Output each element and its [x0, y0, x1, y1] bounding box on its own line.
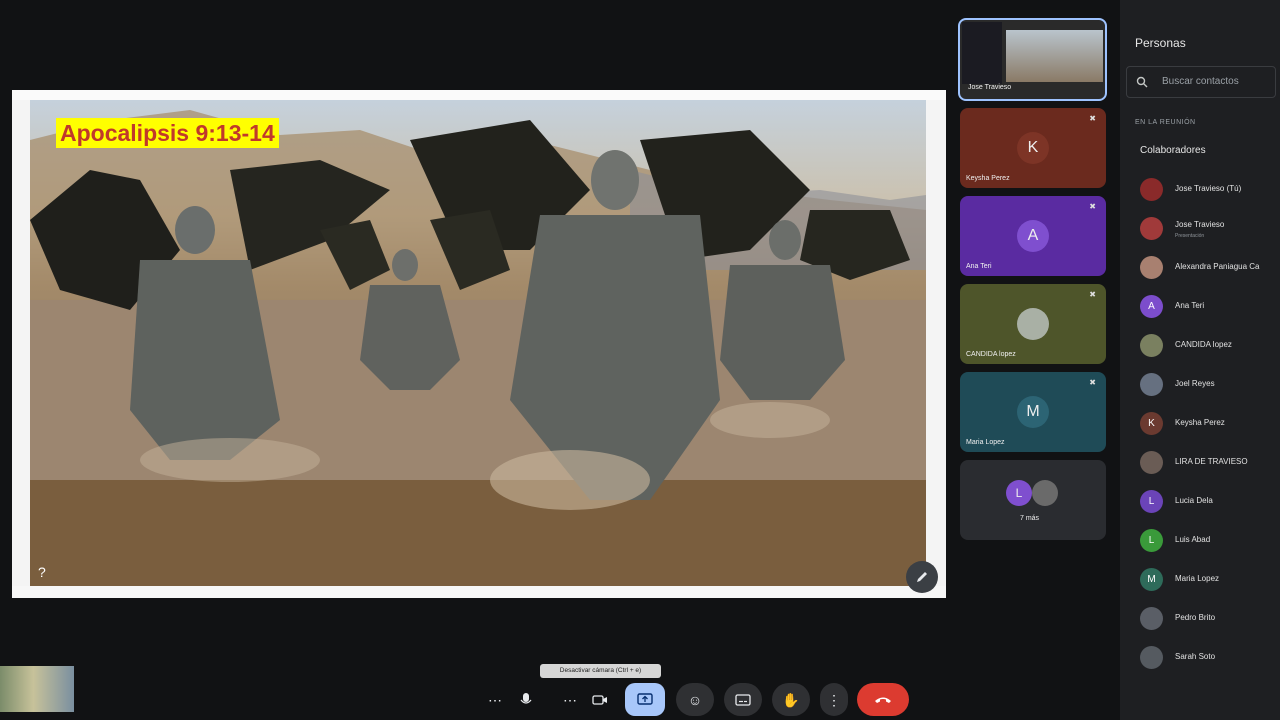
person-row[interactable]: Jose Travieso Presentación [1140, 215, 1280, 243]
participant-tile[interactable]: ✖ K Keysha Perez [960, 108, 1106, 188]
avatar: M [1140, 568, 1163, 591]
person-name: Keysha Perez [1175, 418, 1225, 427]
person-name: Alexandra Paniagua Ca [1175, 262, 1260, 271]
captions-button[interactable] [724, 683, 762, 716]
mic-off-icon: ✖ [1089, 290, 1096, 299]
presenter-thumb-sidebar [962, 22, 1002, 84]
microphone-icon [520, 692, 532, 704]
camera-button[interactable] [584, 683, 616, 716]
avatar: L [1006, 480, 1032, 506]
mic-off-icon: ✖ [1089, 114, 1096, 123]
person-row[interactable]: M Maria Lopez [1140, 566, 1280, 594]
more-vert-icon: ⋮ [827, 691, 841, 708]
mic-off-icon: ✖ [1089, 378, 1096, 387]
avatar [1140, 217, 1163, 240]
participant-name: Keysha Perez [966, 175, 1010, 182]
person-row[interactable]: CANDIDA lopez [1140, 332, 1280, 360]
person-name: LIRA DE TRAVIESO [1175, 457, 1248, 466]
avatar [1140, 256, 1163, 279]
person-name: Lucia Dela [1175, 496, 1213, 505]
camera-icon [592, 694, 607, 705]
slide-footer-bar [12, 586, 946, 598]
person-name: Maria Lopez [1175, 574, 1220, 583]
person-name: Joel Reyes [1175, 379, 1215, 388]
people-panel-title: Personas [1135, 36, 1186, 50]
group-label: Colaboradores [1140, 145, 1206, 156]
self-view-video [0, 666, 74, 712]
person-name: Pedro Brito [1175, 613, 1216, 622]
avatar: K [1017, 132, 1049, 164]
microphone-button[interactable] [510, 683, 542, 716]
person-row[interactable]: LIRA DE TRAVIESO [1140, 449, 1280, 477]
person-row[interactable]: L Luis Abad [1140, 527, 1280, 555]
participant-name: Maria Lopez [966, 439, 1005, 446]
avatar [1140, 451, 1163, 474]
slide-corner-mark: ? [38, 564, 46, 580]
avatar [1140, 334, 1163, 357]
search-icon [1136, 76, 1148, 88]
avatar: A [1140, 295, 1163, 318]
slide-title: Apocalipsis 9:13-14 [56, 118, 279, 148]
emoji-reactions-button[interactable]: ☺ [676, 683, 714, 716]
participant-tile[interactable]: ✖ A Ana Teri [960, 196, 1106, 276]
person-row[interactable]: Jose Travieso (Tú) [1140, 176, 1280, 204]
presenter-tile[interactable]: Jose Travieso [958, 18, 1107, 101]
person-name: Luis Abad [1175, 535, 1211, 544]
avatar: L [1140, 529, 1163, 552]
hang-up-icon [875, 697, 891, 703]
person-row[interactable]: A Ana Teri [1140, 293, 1280, 321]
avatar: A [1017, 220, 1049, 252]
presentation-slide [30, 100, 926, 586]
captions-icon [735, 693, 751, 706]
slide-illustration [30, 110, 926, 586]
present-screen-button[interactable] [625, 683, 665, 716]
emoji-icon: ☺ [687, 691, 703, 708]
leave-call-button[interactable] [857, 683, 909, 716]
avatar: M [1017, 396, 1049, 428]
section-label: EN LA REUNIÓN [1135, 119, 1196, 126]
person-name: Jose Travieso (Tú) [1175, 184, 1242, 193]
participant-name: CANDIDA lopez [966, 351, 1016, 358]
person-name: CANDIDA lopez [1175, 340, 1232, 349]
participant-tile[interactable]: ✖ M Maria Lopez [960, 372, 1106, 452]
avatar [1140, 178, 1163, 201]
person-row[interactable]: Alexandra Paniagua Ca [1140, 254, 1280, 282]
person-row[interactable]: Pedro Brito [1140, 605, 1280, 633]
search-placeholder: Buscar contactos [1162, 76, 1239, 87]
more-participants-label: 7 más [1020, 515, 1040, 522]
avatar [1032, 480, 1058, 506]
presenter-name: Jose Travieso [968, 84, 1012, 91]
person-row[interactable]: Sarah Soto [1140, 644, 1280, 672]
person-row[interactable]: L Lucia Dela [1140, 488, 1280, 516]
present-screen-icon [637, 692, 653, 705]
pen-icon [917, 572, 927, 582]
presenter-thumb-slide [1006, 30, 1103, 82]
annotate-pen-button[interactable] [906, 561, 938, 593]
person-row[interactable]: K Keysha Perez [1140, 410, 1280, 438]
more-options-button[interactable]: ⋮ [820, 683, 848, 716]
participant-tile[interactable]: ✖ CANDIDA lopez [960, 284, 1106, 364]
ellipsis-icon: ⋯ [488, 691, 502, 708]
participant-name: Ana Teri [966, 263, 992, 270]
avatar [1140, 373, 1163, 396]
person-row[interactable]: Joel Reyes [1140, 371, 1280, 399]
hand-icon: ✋ [782, 691, 800, 708]
avatar [1140, 607, 1163, 630]
mic-off-icon: ✖ [1089, 202, 1096, 211]
more-camera-options-button[interactable]: ⋯ [555, 683, 585, 716]
person-name: Jose Travieso [1175, 220, 1225, 229]
camera-tooltip: Desactivar cámara (Ctrl + e) [540, 664, 661, 678]
ellipsis-icon: ⋯ [563, 691, 577, 708]
avatar [1017, 308, 1049, 340]
avatar [1140, 646, 1163, 669]
more-mic-options-button[interactable]: ⋯ [480, 683, 510, 716]
person-name: Ana Teri [1175, 301, 1205, 310]
avatar: K [1140, 412, 1163, 435]
person-name: Sarah Soto [1175, 652, 1216, 661]
raise-hand-button[interactable]: ✋ [772, 683, 810, 716]
person-status: Presentación [1175, 233, 1205, 239]
shared-screen-top-bar [12, 90, 946, 100]
avatar: L [1140, 490, 1163, 513]
more-participants-tile[interactable]: L 7 más [960, 460, 1106, 540]
